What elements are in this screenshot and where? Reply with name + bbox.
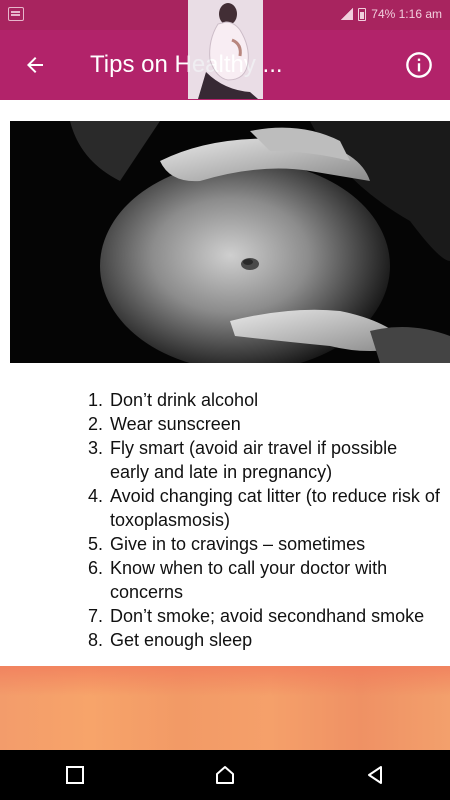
tips-list: 1. Don’t drink alcohol 2. Wear sunscreen 3… <box>88 388 440 652</box>
arrow-left-icon <box>27 57 43 73</box>
home-icon <box>216 766 234 784</box>
list-item: 6. Know when to call your doctor with con… <box>88 558 388 602</box>
pregnant-belly-photo <box>10 121 450 363</box>
status-indicators: 74% 1:16 am <box>341 7 442 21</box>
back-nav-button[interactable] <box>355 755 395 795</box>
status-text: 74% 1:16 am <box>371 7 442 21</box>
list-item: 5. Give in to cravings – sometimes <box>88 534 366 554</box>
battery-icon <box>358 7 367 21</box>
app-thumbnail-image <box>188 0 263 99</box>
system-nav-bar <box>0 750 450 800</box>
square-icon <box>66 766 84 784</box>
back-button[interactable] <box>20 50 50 80</box>
triangle-back-icon <box>368 766 382 784</box>
recents-button[interactable] <box>55 755 95 795</box>
info-button[interactable] <box>404 50 434 80</box>
signal-icon <box>341 8 354 20</box>
info-circle-icon <box>406 52 432 78</box>
list-item: 8. Get enough sleep <box>88 630 253 650</box>
notification-icon <box>8 7 24 21</box>
pregnant-woman-thumbnail <box>188 0 263 99</box>
list-item: 3. Fly smart (avoid air travel if possibl… <box>88 438 398 482</box>
list-item: 4. Avoid changing cat litter (to reduce r… <box>88 486 440 530</box>
home-button[interactable] <box>205 755 245 795</box>
ad-banner[interactable] <box>0 666 450 750</box>
list-item: 1. Don’t drink alcohol <box>88 390 259 410</box>
hero-image <box>10 121 450 363</box>
list-item: 2. Wear sunscreen <box>88 414 241 434</box>
list-item: 7. Don’t smoke; avoid secondhand smoke <box>88 606 425 626</box>
